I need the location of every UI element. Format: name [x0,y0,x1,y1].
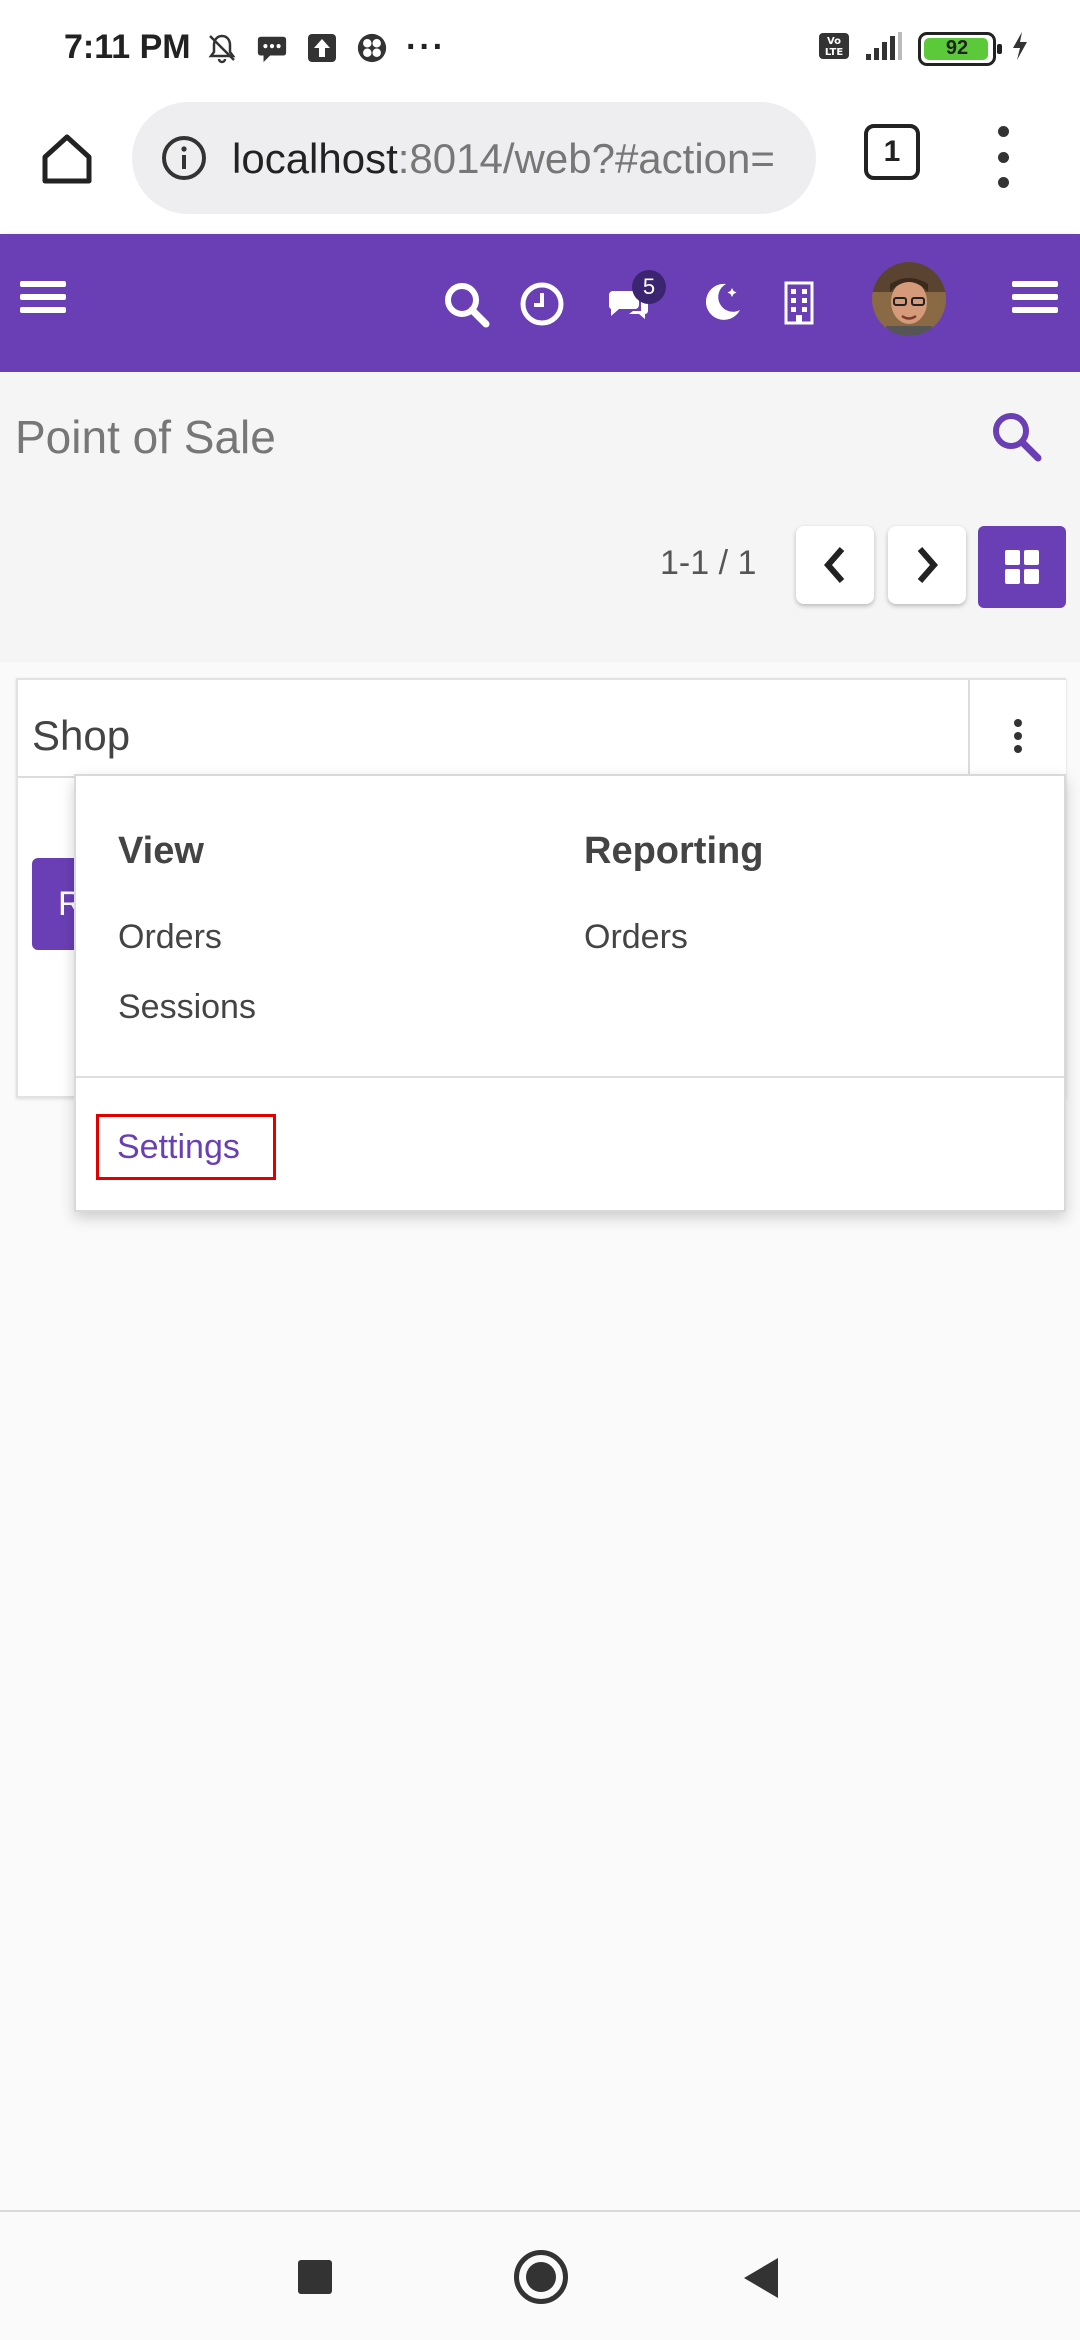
card-title: Shop [32,712,131,759]
status-notification-icons: ··· [206,28,446,67]
battery-tip [997,43,1002,54]
chat-unread-badge: 5 [632,270,666,304]
home-circle-icon [526,2262,556,2292]
url-host: localhost [232,135,398,182]
menu-dot [997,151,1009,163]
reporting-section-heading: Reporting [584,830,764,872]
app-icon [356,30,388,66]
pager-value[interactable]: 1-1 / 1 [660,544,756,583]
pager-next-button[interactable] [888,526,966,604]
menu-dot [997,177,1009,188]
browser-menu-button[interactable] [980,122,1026,192]
settings-link[interactable]: Settings [96,1114,276,1180]
card-dropdown-toggle[interactable] [968,680,1066,778]
pager-previous-button[interactable] [796,526,874,604]
browser-toolbar: localhost:8014/web?#action= 1 [0,96,1080,234]
chat-icon[interactable]: 5 [602,270,666,330]
page-title: Point of Sale [15,411,276,463]
status-bar: 7:11 PM ··· Vo LTE 92 [0,0,1080,96]
vertical-dot [1014,732,1022,740]
muted-bell-icon [206,30,238,66]
search-toggle-icon[interactable] [988,408,1044,464]
charging-icon [1010,30,1030,67]
info-icon[interactable] [160,134,208,182]
menu-dot [997,126,1009,137]
search-icon[interactable] [440,278,492,330]
status-time: 7:11 PM [64,28,191,66]
recents-button[interactable] [298,2260,332,2294]
home-icon [42,134,92,184]
svg-text:LTE: LTE [825,47,844,58]
kanban-view-button[interactable] [978,526,1066,608]
signal-icon [864,30,904,67]
chevron-right-icon [917,547,938,583]
url-text: localhost:8014/web?#action= [232,135,775,183]
status-system-icons: Vo LTE 92 [818,30,1030,67]
status-overflow: ··· [406,28,446,66]
system-navigation-bar [0,2212,1080,2340]
battery-indicator: 92 [918,31,1002,66]
back-button[interactable] [744,2258,778,2298]
view-orders-link[interactable]: Orders [118,918,222,957]
home-button[interactable] [514,2250,568,2304]
reporting-orders-link[interactable]: Orders [584,918,688,957]
vertical-dot [1014,719,1022,727]
svg-text:Vo: Vo [827,36,841,47]
dropdown-divider [76,1076,1064,1078]
clock-icon[interactable] [516,278,568,330]
kanban-grid-icon [1005,550,1039,584]
url-path: :8014/web?#action= [397,135,775,182]
building-icon[interactable] [782,278,816,328]
control-panel: Point of Sale 1-1 / 1 [0,372,1080,662]
app-navbar: 5 [0,234,1080,372]
avatar[interactable] [872,262,946,336]
apps-menu-icon[interactable] [20,274,66,320]
message-icon [256,30,288,66]
tab-switcher-button[interactable]: 1 [864,124,920,180]
card-dropdown-menu: View Orders Sessions Reporting Orders Se… [74,774,1066,1212]
chevron-left-icon [824,547,845,583]
battery-level: 92 [945,36,969,59]
vertical-dot [1014,745,1022,753]
moon-icon[interactable] [694,276,746,328]
menu-toggle-icon[interactable] [1012,274,1058,320]
upload-icon [306,30,338,66]
view-section-heading: View [118,830,204,872]
browser-home-button[interactable] [32,124,102,194]
volte-icon: Vo LTE [818,30,850,67]
address-bar[interactable]: localhost:8014/web?#action= [132,102,816,214]
view-sessions-link[interactable]: Sessions [118,988,256,1027]
